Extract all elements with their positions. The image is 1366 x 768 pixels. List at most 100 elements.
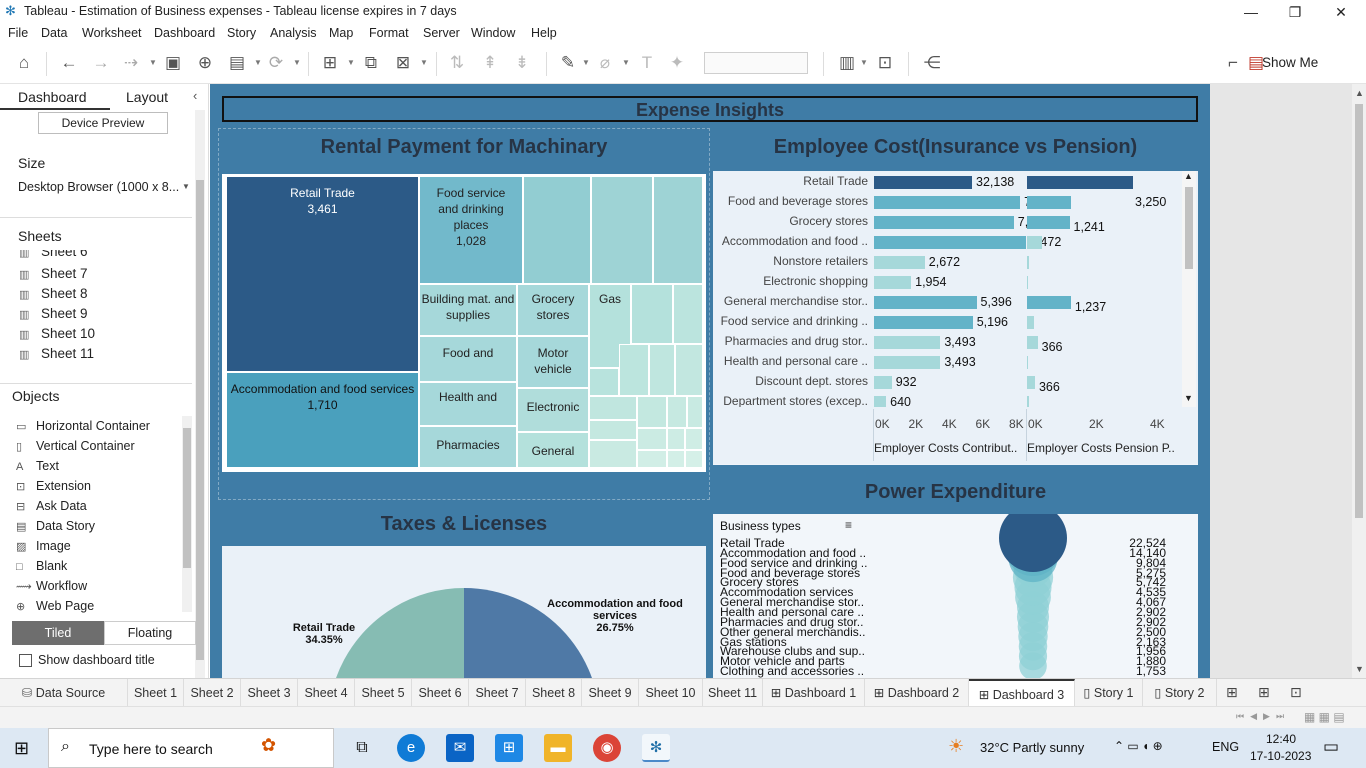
object-horizontal-container[interactable]: ▭ Horizontal Container <box>16 419 150 433</box>
device-preview-button[interactable]: Device Preview <box>38 112 168 134</box>
tab-dashboard-active[interactable]: ⊞ Dashboard 3 <box>969 679 1075 707</box>
treemap-cell[interactable] <box>649 344 675 396</box>
object-web-page[interactable]: ⊕ Web Page <box>16 599 94 613</box>
treemap-cell[interactable]: Grocery stores <box>517 284 589 336</box>
taskbar-search[interactable]: ⌕ Type here to search ✿ <box>48 728 334 768</box>
employee-pension-bar[interactable] <box>1027 296 1071 309</box>
employee-pension-bar[interactable] <box>1027 176 1134 189</box>
tab-story[interactable]: ▯ Story 2 <box>1143 679 1217 707</box>
treemap-cell[interactable]: General <box>517 432 589 468</box>
employee-pension-bar[interactable] <box>1027 376 1035 389</box>
scroll-down-icon[interactable]: ▼ <box>1184 393 1193 403</box>
collapse-pane-icon[interactable]: ‹ <box>193 88 197 103</box>
treemap-cell[interactable] <box>673 284 703 344</box>
sheet-item[interactable]: ▥ Sheet 7 <box>19 266 88 281</box>
employee-pension-bar[interactable] <box>1027 336 1038 349</box>
rental-treemap[interactable]: Retail Trade 3,461 Accommodation and food… <box>222 174 706 472</box>
tray-icons[interactable]: ⌃ ▭ ◖ ⊕ <box>1114 739 1163 753</box>
object-data-story[interactable]: ▤ Data Story <box>16 519 95 533</box>
weather-text[interactable]: 32°C Partly sunny <box>980 740 1084 755</box>
treemap-cell[interactable] <box>589 440 637 468</box>
menu-dashboard[interactable]: Dashboard <box>154 26 215 40</box>
tab-sheet[interactable]: Sheet 8 <box>526 679 582 707</box>
tab-story[interactable]: ▯ Story 1 <box>1075 679 1143 707</box>
caret-down-icon[interactable]: ▼ <box>254 58 262 67</box>
close-button[interactable]: ✕ <box>1318 0 1364 24</box>
treemap-cell[interactable] <box>637 428 667 450</box>
caret-down-icon[interactable]: ▼ <box>860 58 868 67</box>
treemap-cell[interactable] <box>687 396 703 428</box>
caret-down-icon[interactable]: ▼ <box>293 58 301 67</box>
treemap-cell[interactable] <box>637 450 667 468</box>
new-story-tab-icon[interactable]: ⊡ <box>1290 684 1302 701</box>
format-painter-icon[interactable]: ⌐ <box>1222 52 1244 74</box>
tab-sheet[interactable]: Sheet 10 <box>639 679 703 707</box>
sheet-item[interactable]: ▥ Sheet 11 <box>19 346 94 361</box>
clock-time[interactable]: 12:40 <box>1266 732 1296 746</box>
employee-pension-bar[interactable] <box>1027 196 1071 209</box>
treemap-cell[interactable] <box>589 396 637 420</box>
pane-scrollbar[interactable] <box>195 110 205 678</box>
tab-dashboard[interactable]: ⊞ Dashboard 2 <box>865 679 969 707</box>
tab-dashboard[interactable]: ⊞ Dashboard 1 <box>763 679 865 707</box>
menu-help[interactable]: Help <box>531 26 557 40</box>
employee-insurance-bar[interactable] <box>874 276 912 289</box>
redo-icon[interactable]: → <box>90 52 112 74</box>
tableau-taskbar-icon[interactable]: ✻ <box>642 734 670 762</box>
menu-file[interactable]: File <box>8 26 28 40</box>
object-extension[interactable]: ⊡ Extension <box>16 479 91 493</box>
employee-insurance-bar[interactable] <box>874 396 887 407</box>
duplicate-icon[interactable]: ⧉ <box>360 52 382 74</box>
objects-scrollbar[interactable] <box>182 416 192 612</box>
tab-dashboard[interactable]: Dashboard <box>18 89 87 105</box>
show-me-button[interactable]: Show Me <box>1262 55 1318 70</box>
menu-data[interactable]: Data <box>41 26 67 40</box>
tab-sheet[interactable]: Sheet 2 <box>184 679 241 707</box>
treemap-cell[interactable]: Accommodation and food services 1,710 <box>226 372 419 468</box>
swap-icon[interactable]: ⇅ <box>446 52 468 74</box>
new-worksheet-icon[interactable]: ⊞ <box>319 52 341 74</box>
employee-insurance-bar[interactable] <box>874 236 1026 249</box>
grid-view-icon[interactable]: ▦ ▦ ▤ <box>1304 710 1345 724</box>
treemap-cell[interactable] <box>631 284 673 344</box>
treemap-cell[interactable]: Pharmacies <box>419 426 517 468</box>
object-image[interactable]: ▨ Image <box>16 539 71 553</box>
employee-insurance-bar[interactable] <box>874 296 977 309</box>
tab-sheet[interactable]: Sheet 1 <box>128 679 184 707</box>
treemap-cell[interactable]: Food service and drinking places 1,028 <box>419 176 523 284</box>
save-icon[interactable]: ▣ <box>162 52 184 74</box>
floating-button[interactable]: Floating <box>104 621 196 645</box>
sheet-item[interactable]: ▥ Sheet 10 <box>19 326 95 341</box>
taxes-pie-chart[interactable]: Retail Trade 34.35% Accommodation and foo… <box>222 546 706 678</box>
tab-sheet[interactable]: Sheet 3 <box>241 679 298 707</box>
employee-insurance-bar[interactable] <box>874 196 1021 209</box>
tab-sheet[interactable]: Sheet 4 <box>298 679 355 707</box>
employee-pension-bar[interactable] <box>1027 396 1030 407</box>
pin-icon[interactable]: ✦ <box>666 52 688 74</box>
sheet-item[interactable]: ▥ Sheet 9 <box>19 306 88 321</box>
employee-cost-chart[interactable]: Retail Trade 32,138 Food and beverage stor… <box>713 171 1198 465</box>
object-text[interactable]: A Text <box>16 459 59 473</box>
treemap-cell[interactable]: Motor vehicle <box>517 336 589 388</box>
employee-pension-bar[interactable] <box>1027 236 1042 249</box>
sheet-nav-icon[interactable]: ⏮◀▶⏭ <box>1236 711 1290 722</box>
file-explorer-icon[interactable]: ▬ <box>544 734 572 762</box>
power-bubbles[interactable] <box>963 514 1103 678</box>
employee-scrollbar[interactable]: ▲ ▼ <box>1182 171 1196 407</box>
scroll-down-icon[interactable]: ▼ <box>1355 664 1364 674</box>
employee-pension-bar[interactable] <box>1027 316 1035 329</box>
mail-icon[interactable]: ✉ <box>446 734 474 762</box>
show-cards-icon[interactable]: ▥ <box>836 52 858 74</box>
size-caret-icon[interactable]: ▼ <box>182 182 190 191</box>
employee-pension-bar[interactable] <box>1027 356 1029 369</box>
treemap-cell[interactable] <box>589 368 619 396</box>
edge-icon[interactable]: e <box>397 734 425 762</box>
share-icon[interactable]: ⋲ <box>921 52 943 74</box>
object-workflow[interactable]: ⟿ Workflow <box>16 579 87 593</box>
labels-icon[interactable]: T <box>636 52 658 74</box>
menu-server[interactable]: Server <box>423 26 460 40</box>
caret-down-icon[interactable]: ▼ <box>149 58 157 67</box>
treemap-cell[interactable] <box>667 428 685 450</box>
windows-start-icon[interactable]: ⊞ <box>14 738 29 759</box>
treemap-cell[interactable] <box>591 176 653 284</box>
